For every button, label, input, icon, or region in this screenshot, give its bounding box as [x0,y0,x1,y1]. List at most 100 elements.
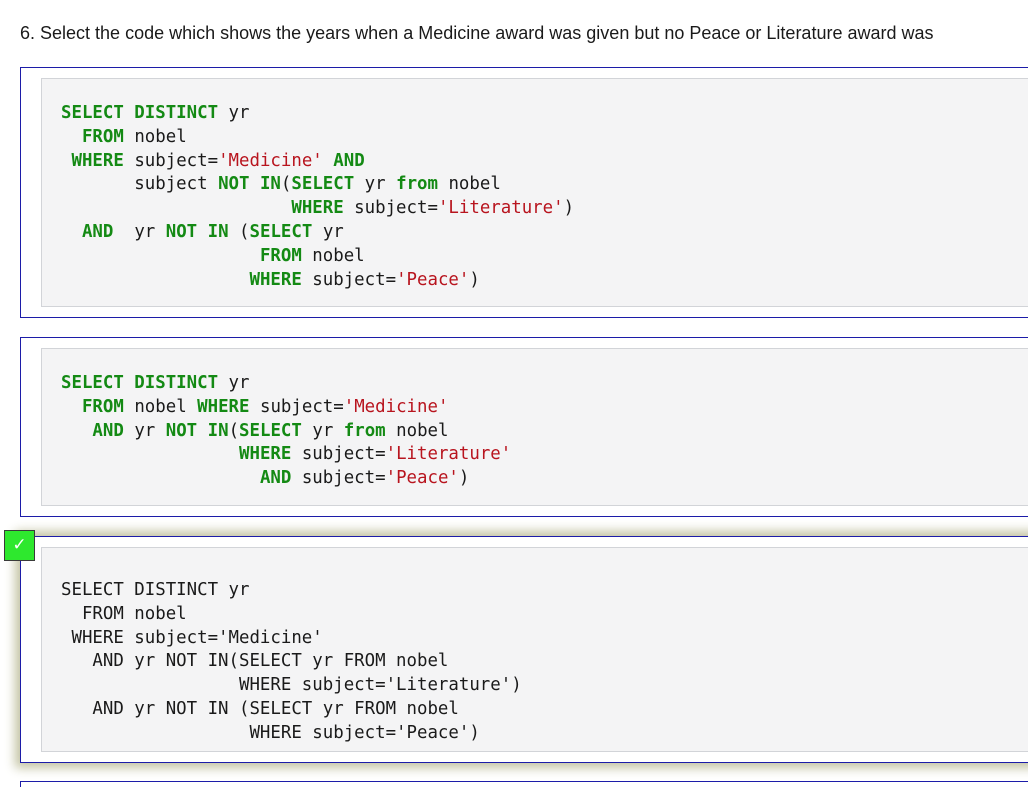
code-line: WHERE subject='Medicine' [61,627,522,651]
sql-keyword: from [396,174,438,195]
sql-keyword: SELECT DISTINCT [61,103,219,123]
sql-text: WHERE subject='Medicine' [61,627,323,648]
code-line: WHERE subject='Literature') [61,674,522,698]
code-line: FROM nobel WHERE subject='Medicine' [61,396,511,420]
answer-option-4[interactable] [20,781,1028,787]
sql-text: ) [458,468,470,489]
answer-option-2[interactable]: SELECT DISTINCT yr FROM nobel WHERE subj… [20,337,1028,517]
sql-text: WHERE subject='Peace') [61,722,480,743]
sql-text: subject [61,174,219,195]
sql-text: WHERE subject='Literature') [61,675,522,696]
sql-text: subject= [291,468,386,489]
sql-keyword: FROM [259,245,302,266]
sql-keyword: WHERE [249,269,302,290]
sql-text: FROM nobel [61,603,187,624]
sql-keyword: FROM [81,396,124,417]
sql-code: SELECT DISTINCT yr FROM nobel WHERE subj… [61,372,511,491]
sql-keyword: SELECT [291,174,355,195]
sql-keyword: NOT IN [165,221,229,242]
sql-code: SELECT DISTINCT yr FROM nobel WHERE subj… [61,102,574,292]
check-icon: ✓ [4,530,35,561]
code-line: FROM nobel [61,126,574,150]
sql-keyword: AND [81,221,114,242]
sql-keyword: WHERE [71,150,124,171]
sql-keyword: WHERE [197,396,250,417]
sql-keyword: NOT IN [165,420,229,441]
code-line: SELECT DISTINCT yr [61,579,522,603]
sql-text: yr [218,103,250,123]
sql-keyword: AND [259,468,292,489]
sql-text: yr [123,420,166,441]
sql-keyword: AND [92,420,124,441]
code-line: WHERE subject='Peace') [61,722,522,746]
code-line: subject NOT IN(SELECT yr from nobel [61,173,574,197]
sql-string: 'Peace' [385,468,459,489]
code-line: WHERE subject='Peace') [61,269,574,293]
sql-string: 'Literature' [385,444,512,465]
sql-keyword: WHERE [291,198,344,219]
sql-text: subject= [123,150,219,171]
sql-text: ) [469,269,480,290]
sql-keyword: SELECT DISTINCT [61,373,219,393]
sql-text: yr [354,174,397,195]
sql-text: yr [218,373,250,393]
answer-option-1[interactable]: SELECT DISTINCT yr FROM nobel WHERE subj… [20,67,1028,318]
code-line: WHERE subject='Literature' [61,443,511,467]
code-line: AND yr NOT IN(SELECT yr FROM nobel [61,650,522,674]
sql-text: nobel [301,245,365,266]
code-line: AND yr NOT IN(SELECT yr from nobel [61,420,511,444]
sql-string: 'Literature' [437,198,564,219]
code-line: SELECT DISTINCT yr [61,102,574,126]
sql-text: subject= [301,269,397,290]
sql-text: nobel [123,396,198,417]
sql-text: ( [228,420,240,441]
sql-string: 'Medicine' [343,396,449,417]
code-line: FROM nobel [61,245,574,269]
code-line: WHERE subject='Medicine' AND [61,150,574,174]
code-line: AND subject='Peace') [61,467,511,491]
sql-text: subject= [249,396,344,417]
sql-keyword: WHERE [239,444,292,465]
sql-string: 'Medicine' [218,150,323,171]
code-line: AND yr NOT IN (SELECT yr FROM nobel [61,698,522,722]
sql-keyword: AND [333,150,365,171]
sql-text: ) [563,198,575,219]
sql-text: AND yr NOT IN (SELECT yr FROM nobel [61,698,459,719]
sql-text: AND yr NOT IN(SELECT yr FROM nobel [61,651,449,672]
sql-text: ( [228,221,250,242]
sql-keyword: SELECT [239,420,302,441]
code-line: SELECT DISTINCT yr [61,372,511,396]
sql-text: nobel [437,174,501,195]
code-line: FROM nobel [61,603,522,627]
sql-string: 'Peace' [396,269,470,290]
sql-text: ( [280,174,292,195]
answer-option-3-selected[interactable]: SELECT DISTINCT yr FROM nobel WHERE subj… [20,536,1028,763]
question-text: 6. Select the code which shows the years… [20,23,934,43]
sql-text: subject= [291,444,386,465]
code-line: WHERE subject='Literature') [61,197,574,221]
sql-text: SELECT DISTINCT yr [61,580,250,600]
sql-text: subject= [343,198,438,219]
code-block: SELECT DISTINCT yr FROM nobel WHERE subj… [41,78,1028,307]
code-block: SELECT DISTINCT yr FROM nobel WHERE subj… [41,348,1028,506]
sql-text: nobel [385,420,449,441]
sql-code: SELECT DISTINCT yr FROM nobel WHERE subj… [61,579,522,746]
sql-text: yr [312,221,344,242]
sql-text: nobel [123,126,187,147]
sql-keyword: SELECT [249,221,313,242]
sql-keyword: from [343,420,386,441]
sql-text: yr [301,420,344,441]
code-block: SELECT DISTINCT yr FROM nobel WHERE subj… [41,547,1028,752]
sql-keyword: NOT IN [218,174,281,195]
